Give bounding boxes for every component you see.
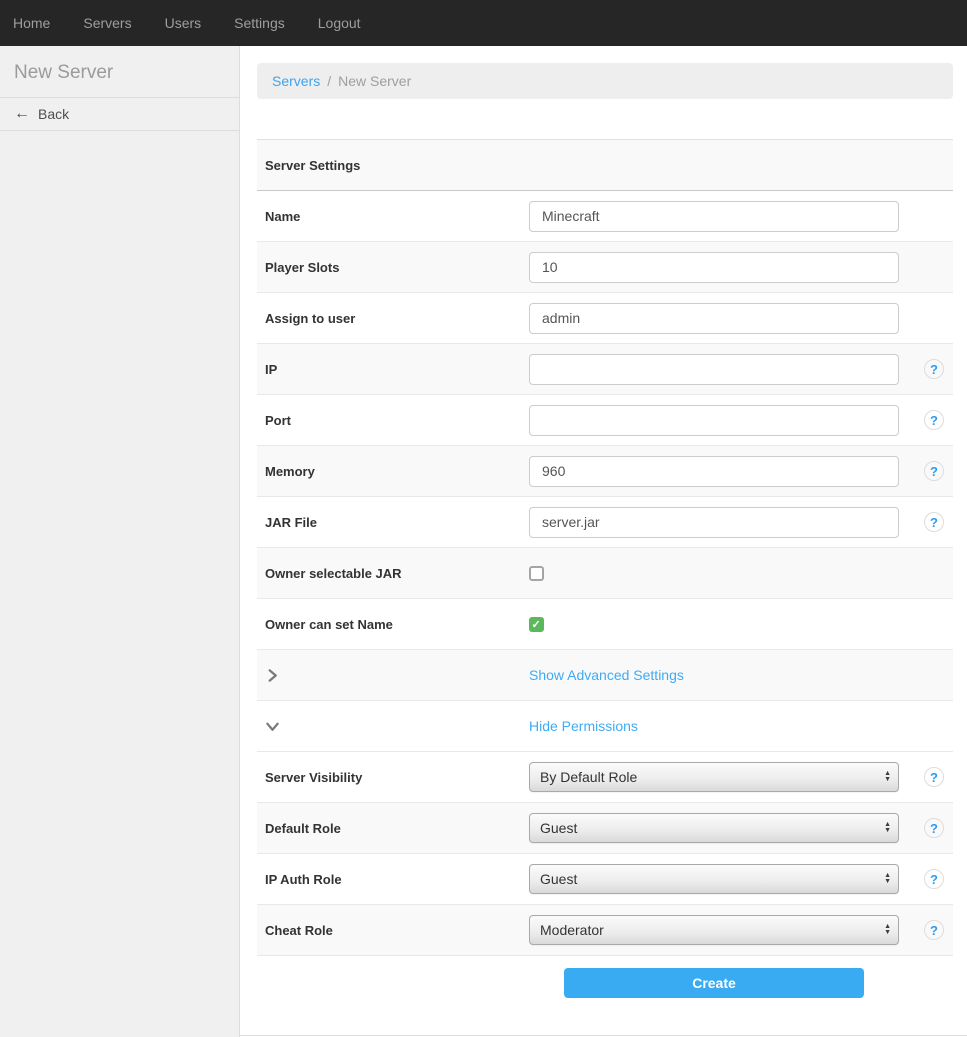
player-slots-input[interactable] <box>529 252 899 283</box>
owner-can-set-name-label: Owner can set Name <box>257 617 529 632</box>
select-arrows-icon <box>884 822 891 834</box>
create-button[interactable]: Create <box>564 968 864 998</box>
select-value: Guest <box>540 820 577 836</box>
ip-input[interactable] <box>529 354 899 385</box>
nav-item-logout[interactable]: Logout <box>318 15 361 31</box>
nav-item-home[interactable]: Home <box>13 15 50 31</box>
top-navbar: Home Servers Users Settings Logout <box>0 0 967 46</box>
assign-to-user-input[interactable] <box>529 303 899 334</box>
help-icon[interactable]: ? <box>924 512 944 532</box>
form-row-port: Port ? <box>257 395 953 446</box>
help-icon[interactable]: ? <box>924 359 944 379</box>
form-row-jar-file: JAR File ? <box>257 497 953 548</box>
form-row-ip: IP ? <box>257 344 953 395</box>
help-icon[interactable]: ? <box>924 410 944 430</box>
select-value: Moderator <box>540 922 604 938</box>
form-row-show-advanced: Show Advanced Settings <box>257 650 953 701</box>
select-arrows-icon <box>884 924 891 936</box>
form-row-player-slots: Player Slots <box>257 242 953 293</box>
section-header: Server Settings <box>257 158 529 173</box>
sidebar: New Server ← Back <box>0 46 240 1037</box>
form-row-cheat-role: Cheat Role Moderator ? <box>257 905 953 956</box>
nav-item-servers[interactable]: Servers <box>83 15 131 31</box>
jar-file-label: JAR File <box>257 515 529 530</box>
hide-permissions-link[interactable]: Hide Permissions <box>529 718 638 734</box>
memory-input[interactable] <box>529 456 899 487</box>
help-icon[interactable]: ? <box>924 869 944 889</box>
cheat-role-label: Cheat Role <box>257 923 529 938</box>
port-input[interactable] <box>529 405 899 436</box>
form-row-create: Create <box>257 956 953 1011</box>
chevron-right-icon <box>257 668 529 683</box>
breadcrumb-servers-link[interactable]: Servers <box>272 73 320 89</box>
server-visibility-select[interactable]: By Default Role <box>529 762 899 792</box>
form-row-server-visibility: Server Visibility By Default Role ? <box>257 752 953 803</box>
breadcrumb: Servers / New Server <box>257 63 953 99</box>
server-settings-form: Server Settings Name Player Slots Assign… <box>257 139 953 1011</box>
form-row-ip-auth-role: IP Auth Role Guest ? <box>257 854 953 905</box>
back-button[interactable]: ← Back <box>0 98 239 131</box>
help-icon[interactable]: ? <box>924 767 944 787</box>
select-arrows-icon <box>884 771 891 783</box>
owner-can-set-name-checkbox[interactable] <box>529 617 544 632</box>
chevron-down-icon <box>257 719 529 734</box>
show-advanced-settings-link[interactable]: Show Advanced Settings <box>529 667 684 683</box>
default-role-select[interactable]: Guest <box>529 813 899 843</box>
main-content: Servers / New Server Server Settings Nam… <box>240 46 967 1037</box>
nav-item-users[interactable]: Users <box>165 15 202 31</box>
default-role-label: Default Role <box>257 821 529 836</box>
select-value: Guest <box>540 871 577 887</box>
select-value: By Default Role <box>540 769 637 785</box>
form-row-default-role: Default Role Guest ? <box>257 803 953 854</box>
assign-to-user-label: Assign to user <box>257 311 529 326</box>
name-input[interactable] <box>529 201 899 232</box>
bottom-divider <box>240 1035 967 1036</box>
select-arrows-icon <box>884 873 891 885</box>
help-icon[interactable]: ? <box>924 818 944 838</box>
help-icon[interactable]: ? <box>924 920 944 940</box>
form-row-assign-to-user: Assign to user <box>257 293 953 344</box>
cheat-role-select[interactable]: Moderator <box>529 915 899 945</box>
breadcrumb-current: New Server <box>338 73 411 89</box>
back-label: Back <box>38 106 69 122</box>
arrow-left-icon: ← <box>14 106 30 122</box>
form-row-owner-selectable-jar: Owner selectable JAR <box>257 548 953 599</box>
ip-auth-role-select[interactable]: Guest <box>529 864 899 894</box>
port-label: Port <box>257 413 529 428</box>
page-title: New Server <box>0 46 239 98</box>
jar-file-input[interactable] <box>529 507 899 538</box>
ip-label: IP <box>257 362 529 377</box>
player-slots-label: Player Slots <box>257 260 529 275</box>
memory-label: Memory <box>257 464 529 479</box>
owner-selectable-jar-checkbox[interactable] <box>529 566 544 581</box>
name-label: Name <box>257 209 529 224</box>
form-row-name: Name <box>257 191 953 242</box>
form-row-hide-permissions: Hide Permissions <box>257 701 953 752</box>
section-header-row: Server Settings <box>257 140 953 191</box>
server-visibility-label: Server Visibility <box>257 770 529 785</box>
nav-item-settings[interactable]: Settings <box>234 15 285 31</box>
ip-auth-role-label: IP Auth Role <box>257 872 529 887</box>
form-row-memory: Memory ? <box>257 446 953 497</box>
form-row-owner-can-set-name: Owner can set Name <box>257 599 953 650</box>
owner-selectable-jar-label: Owner selectable JAR <box>257 566 529 581</box>
breadcrumb-separator: / <box>327 73 331 89</box>
help-icon[interactable]: ? <box>924 461 944 481</box>
